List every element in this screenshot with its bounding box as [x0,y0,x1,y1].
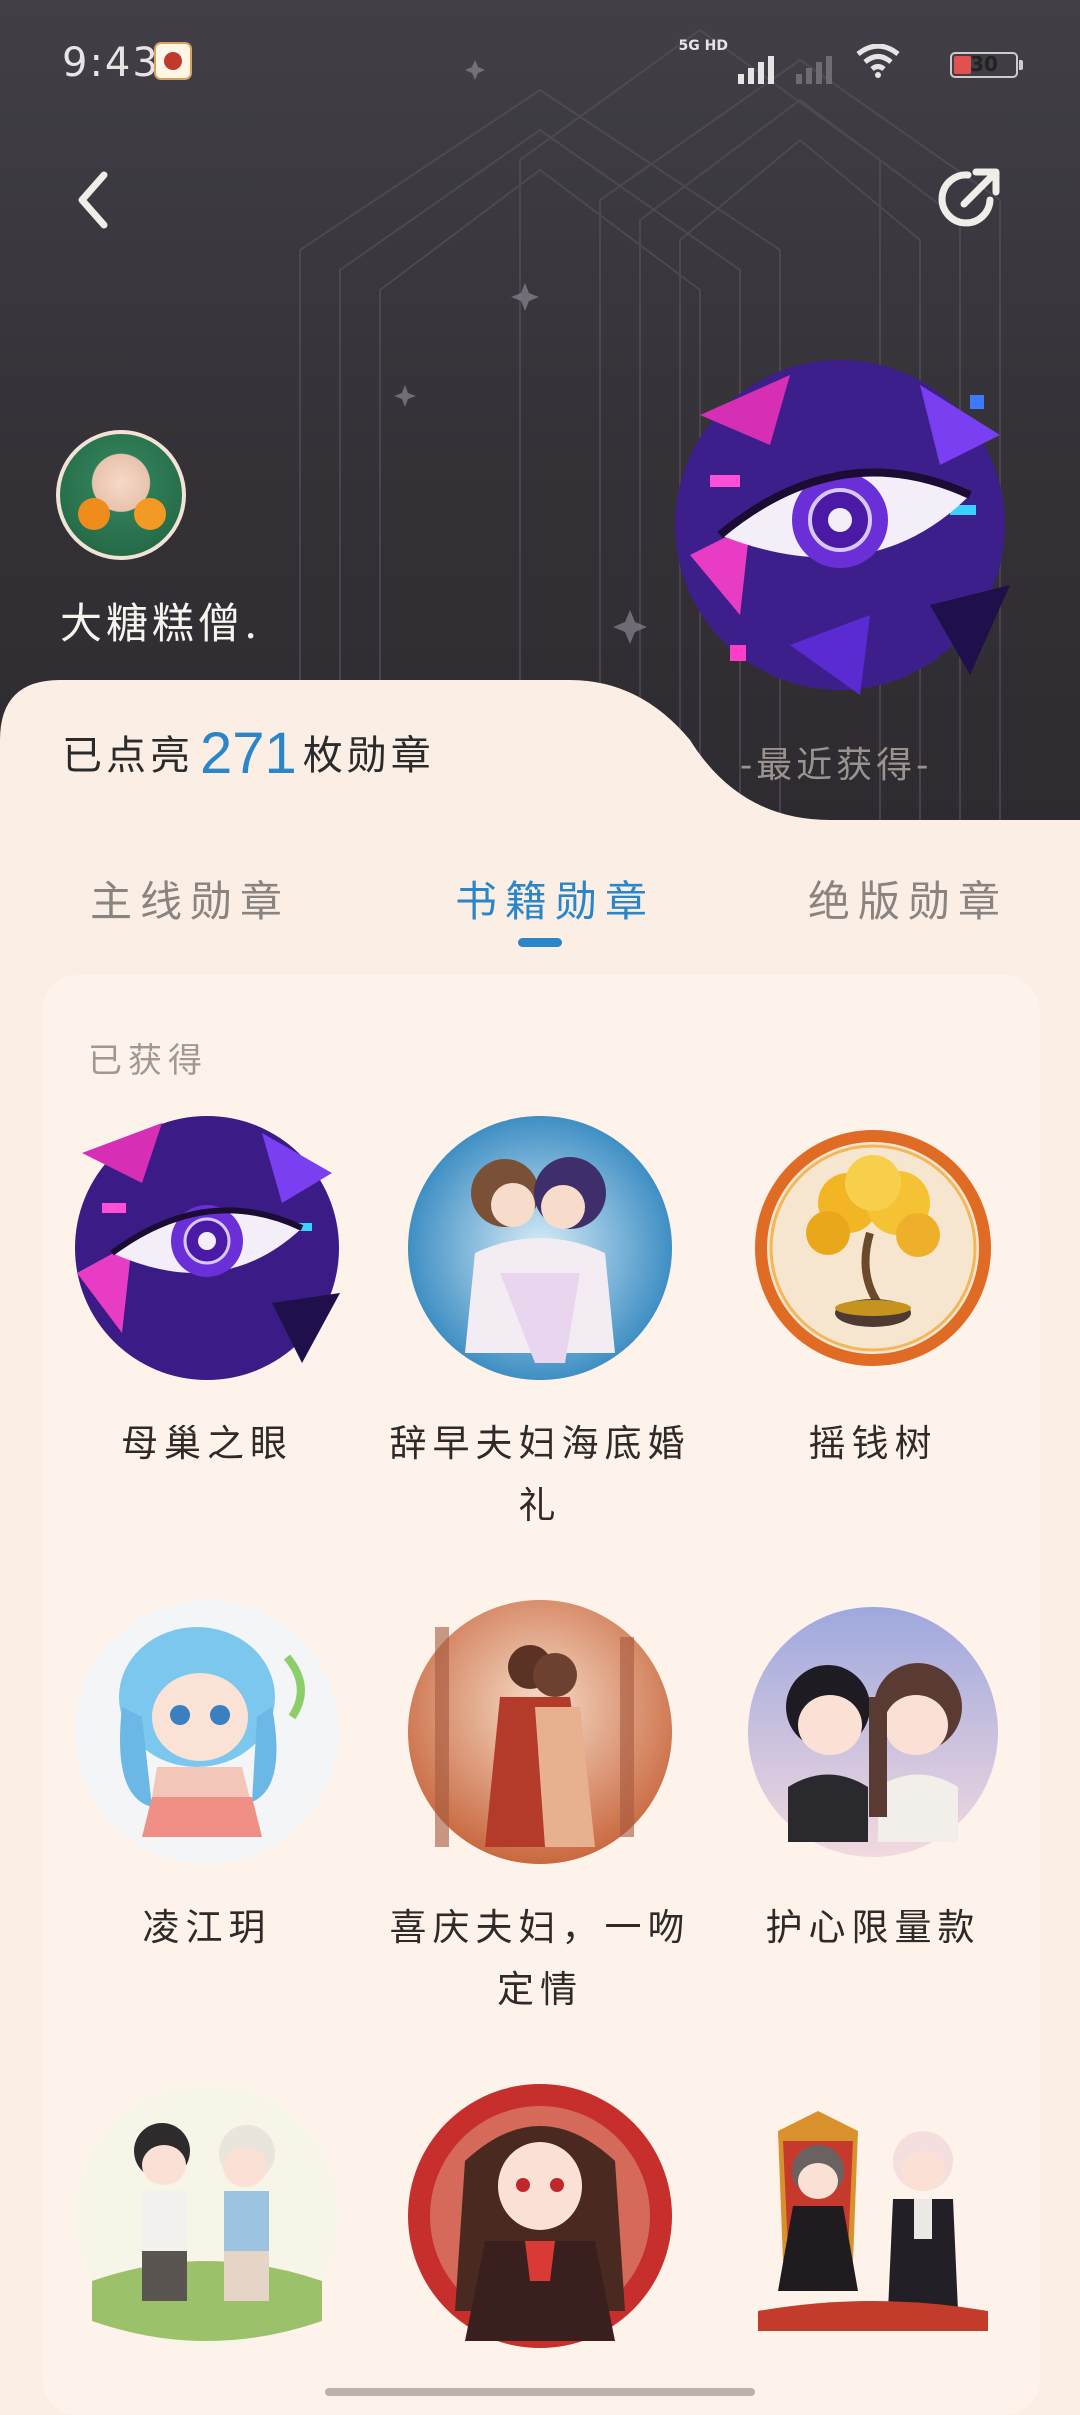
badge-name: 护心限量款 [765,1906,981,1949]
recent-label: -最近获得- [740,745,933,786]
signal-icon-secondary [796,56,832,84]
badge-name: 喜庆夫妇，一吻定情 [389,1906,691,2011]
badge-eye-icon [75,1116,340,1380]
badge-name: 摇钱树 [808,1422,938,1465]
badge-name: 凌江玥 [142,1906,272,1949]
back-icon[interactable] [68,165,120,235]
count-suffix: 枚勋章 [302,733,435,779]
section-title-obtained: 已获得 [88,1041,208,1081]
badge-royal-couple-icon [741,2084,1005,2348]
badge-wedding-icon [408,1116,672,1380]
tab-indicator [518,938,562,947]
badge-character-icon [75,1600,339,1864]
tab-main-badges[interactable]: 主线勋章 [90,868,290,929]
badge-guard-heart-icon [748,1607,998,1857]
status-bar: 9:43 5G HD 30 [62,38,1023,98]
badge-red-girl-icon [408,2084,672,2348]
tab-book-badges[interactable]: 书籍勋章 [455,868,655,929]
home-indicator[interactable] [325,2388,755,2396]
badge-kids-couple-icon [75,2084,339,2348]
app-notification-icon [154,42,192,80]
tab-bar: 主线勋章 书籍勋章 绝版勋章 [0,860,1080,960]
network-type: 5G HD [678,38,728,54]
badge-card: 已获得 母巢之眼 辞早夫妇海底婚礼 摇钱树 凌江玥 喜庆夫妇，一吻定情 护心限量… [42,975,1040,2415]
tab-limited-badges[interactable]: 绝版勋章 [808,868,1008,929]
count-prefix: 已点亮 [62,733,194,779]
avatar[interactable] [56,430,186,560]
battery-icon: 30 [950,52,1023,78]
badge-money-tree-icon [755,1130,991,1366]
recent-badge-icon[interactable] [670,355,1020,705]
wifi-icon [856,44,900,78]
status-time: 9:43 [62,40,160,86]
badge-count-summary: 已点亮 271 枚勋章 [62,720,435,787]
badge-name: 辞早夫妇海底婚礼 [389,1422,691,1527]
signal-icon [738,56,774,84]
battery-level: 30 [970,52,998,76]
badge-couple-kiss-icon [408,1600,672,1864]
badge-count: 271 [200,721,297,786]
badge-name: 母巢之眼 [121,1422,293,1465]
share-icon[interactable] [934,162,1006,234]
username: 大糖糕僧. [60,599,262,648]
